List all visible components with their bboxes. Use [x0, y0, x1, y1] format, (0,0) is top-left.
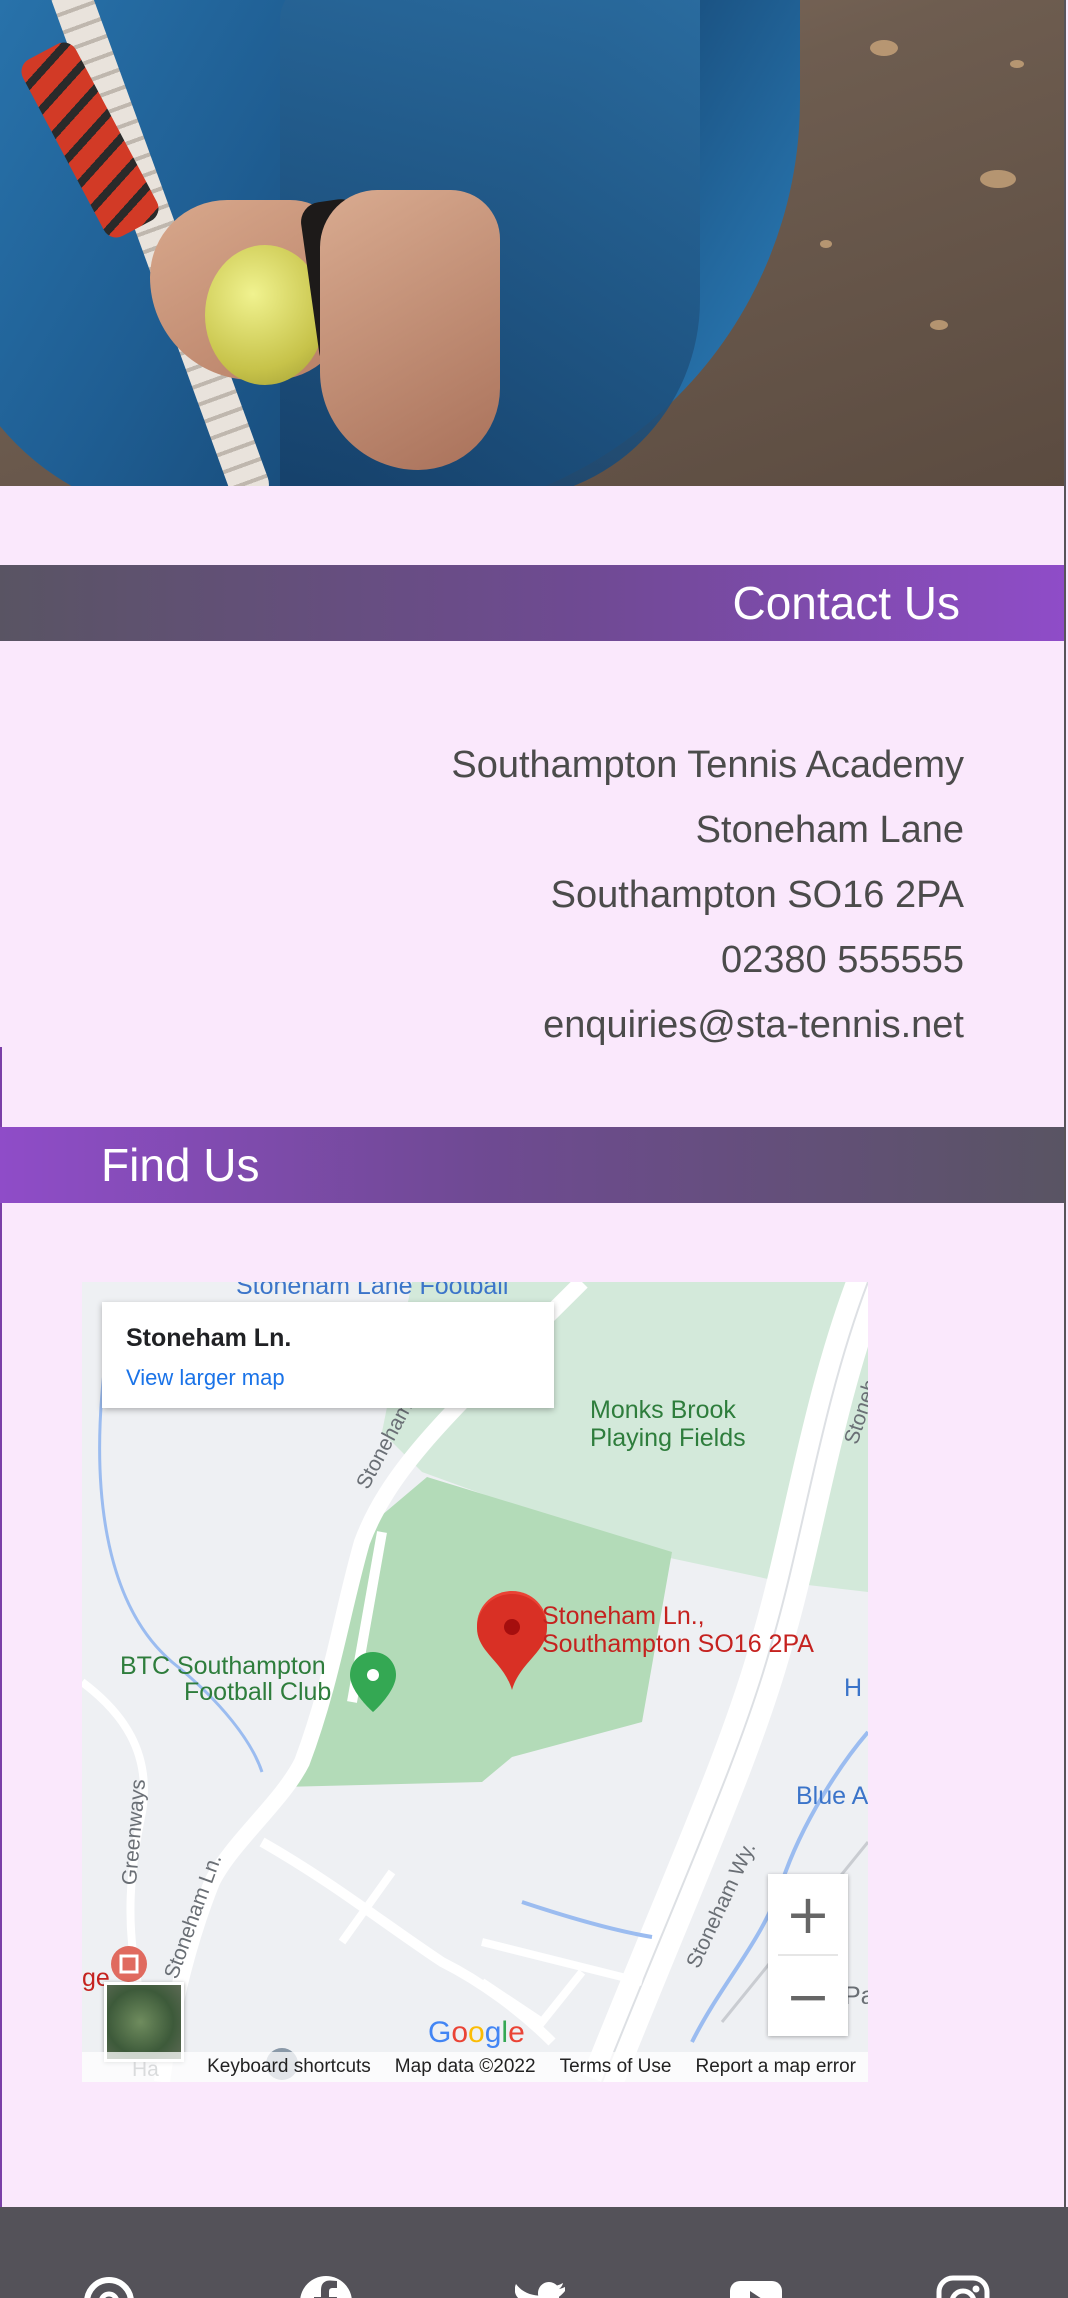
contact-heading-band: Contact Us	[0, 565, 1064, 641]
map-zoom-controls: + −	[768, 1874, 848, 2036]
map-label-btc: BTC Southampton	[120, 1652, 326, 1680]
hero-photo	[0, 0, 1064, 486]
google-logo: Google	[428, 2016, 525, 2049]
contact-phone[interactable]: 02380 555555	[451, 930, 964, 995]
view-larger-map-link[interactable]: View larger map	[126, 1365, 530, 1391]
contact-email[interactable]: enquiries@sta-tennis.net	[451, 995, 964, 1060]
twitter-icon[interactable]	[515, 2275, 569, 2298]
map-label-edge-h: H	[844, 1674, 863, 1702]
satellite-toggle-button[interactable]	[104, 1982, 184, 2062]
facebook-icon[interactable]	[299, 2275, 353, 2298]
map-data-text: Map data ©2022	[394, 2056, 536, 2077]
find-heading: Find Us	[101, 1139, 260, 1191]
map-info-card: Stoneham Ln. View larger map	[102, 1302, 554, 1408]
instagram-icon[interactable]	[936, 2275, 990, 2298]
section-border	[0, 1047, 2, 2207]
hospital-poi-icon[interactable]	[111, 1946, 147, 1982]
report-map-error-link[interactable]: Report a map error	[695, 2056, 856, 2078]
map-label-monks-brook: Monks Brook	[590, 1396, 736, 1424]
find-heading-band: Find Us	[0, 1127, 1064, 1203]
terms-of-use-link[interactable]: Terms of Use	[560, 2056, 672, 2078]
map-label-football: Stoneham Lane Football	[236, 1282, 509, 1300]
map-marker-label: Stoneham Ln.,	[542, 1602, 705, 1630]
zoom-out-button[interactable]: −	[768, 1956, 848, 2036]
contact-street: Stoneham Lane	[695, 809, 964, 851]
footer	[0, 2207, 1068, 2298]
keyboard-shortcuts-link[interactable]: Keyboard shortcuts	[207, 2056, 371, 2078]
threads-icon[interactable]	[82, 2275, 136, 2298]
contact-heading: Contact Us	[732, 577, 960, 629]
zoom-in-button[interactable]: +	[768, 1874, 848, 1954]
contact-town: Southampton SO16 2PA	[550, 874, 964, 916]
map-attribution-bar: Keyboard shortcuts Map data ©2022 Terms …	[82, 2052, 868, 2082]
contact-details: Southampton Tennis Academy Stoneham Lane…	[451, 735, 964, 1060]
map-label-football-club: Football Club	[184, 1678, 332, 1706]
contact-name: Southampton Tennis Academy	[451, 744, 964, 786]
map-place-title: Stoneham Ln.	[126, 1324, 292, 1352]
map-marker-address: Southampton SO16 2PA	[542, 1630, 814, 1658]
youtube-icon[interactable]	[729, 2275, 783, 2298]
page-border	[1064, 0, 1066, 2207]
map-label-playing-fields: Playing Fields	[590, 1424, 746, 1452]
map-label-blue: Blue A	[796, 1782, 868, 1810]
google-map[interactable]: Stoneham Lane Football Monks Brook Playi…	[82, 1282, 868, 2082]
